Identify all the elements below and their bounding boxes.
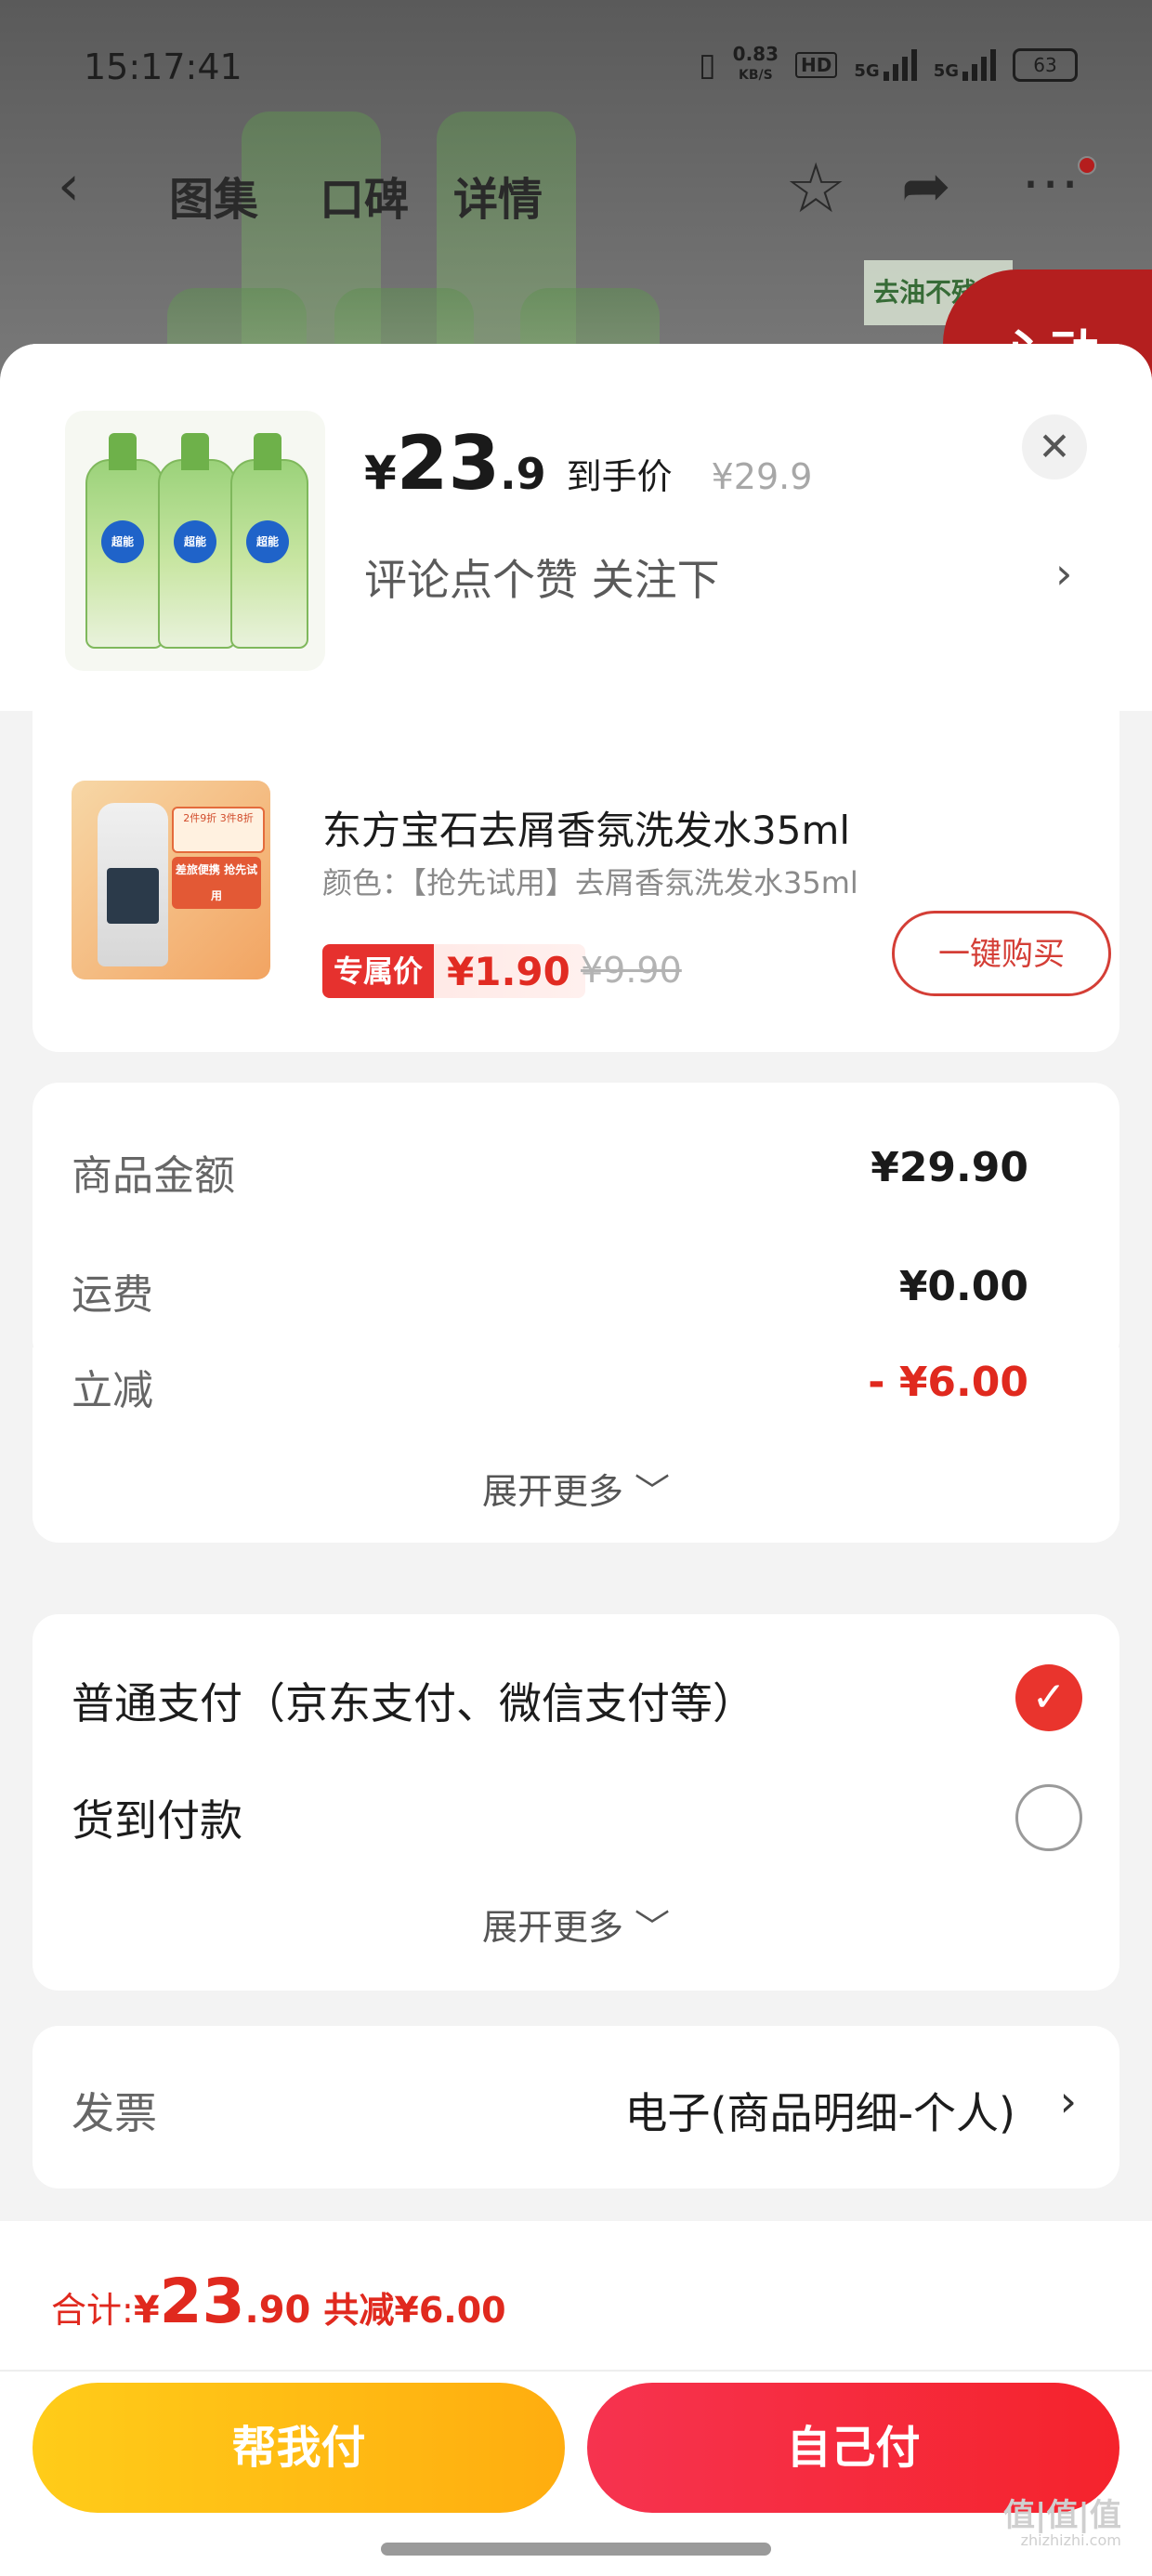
expand-more-button[interactable]: 展开更多 ﹀: [33, 1899, 1119, 1950]
price-currency: ¥: [364, 446, 397, 500]
price-decimal: .9: [500, 449, 546, 499]
shampoo-bottle-image: [98, 803, 168, 966]
one-click-buy-button[interactable]: 一键购买: [892, 911, 1111, 996]
close-icon[interactable]: ✕: [1022, 414, 1087, 480]
price-tag-label: 到手价: [566, 456, 673, 497]
signal-label: 5G: [854, 60, 880, 81]
vibrate-icon: ▯: [698, 46, 716, 84]
product-price: ¥ 23 .9 到手价 ¥29.9: [364, 420, 812, 506]
status-indicators: ▯ 0.83 KB/S HD 5G 5G 63: [699, 45, 1078, 85]
order-amount-card: 商品金额 ¥29.90 运费 ¥0.00: [33, 1083, 1119, 1366]
payment-option-cod[interactable]: 货到付款: [72, 1787, 242, 1848]
subtotal-label: 商品金额: [72, 1152, 235, 1200]
subtotal-value: ¥29.90: [871, 1144, 1028, 1191]
exclusive-price-tag: 专属价 ¥1.90: [322, 944, 585, 998]
back-icon[interactable]: ‹: [58, 158, 80, 214]
chevron-right-icon[interactable]: ›: [1060, 2076, 1077, 2126]
shipping-value: ¥0.00: [898, 1263, 1028, 1310]
original-price: ¥29.9: [711, 456, 813, 497]
addon-item-spec: 颜色：【抢先试用】去屑香氛洗发水35ml: [322, 865, 858, 900]
total-savings: 共减¥6.00: [323, 2290, 506, 2331]
exclusive-price-value: ¥1.90: [447, 948, 570, 994]
total-decimal: .90: [244, 2289, 311, 2332]
addon-item-image[interactable]: 2件9折 3件8折 差旅便携 抢先试用: [72, 781, 270, 979]
discount-badge: 2件9折 3件8折: [172, 807, 265, 853]
brand-logo: 超能: [174, 520, 216, 563]
pay-for-me-button[interactable]: 帮我付: [33, 2383, 565, 2513]
net-speed-unit: KB/S: [738, 68, 773, 83]
invoice-value: 电子(商品明细-个人): [624, 2088, 1016, 2138]
share-icon[interactable]: ➦: [901, 152, 951, 221]
price-integer: 23: [396, 420, 501, 506]
signal-5g-icon: 5G: [933, 48, 996, 81]
brand-logo: 超能: [246, 520, 289, 563]
addon-item-title[interactable]: 东方宝石去屑香氛洗发水35ml: [322, 799, 850, 856]
addon-original-price: ¥9.90: [581, 950, 682, 991]
battery-icon: 63: [1013, 47, 1078, 82]
network-speed: 0.83 KB/S: [733, 45, 779, 85]
hd-icon: HD: [795, 51, 838, 78]
invoice-label: 发票: [72, 2088, 157, 2138]
watermark-text: 值|值|值: [1003, 2497, 1121, 2534]
expand-more-button[interactable]: 展开更多 ﹀: [33, 1463, 1119, 1514]
product-thumbnail[interactable]: 超能 超能 超能: [65, 411, 325, 671]
tab-reviews[interactable]: 口碑: [320, 163, 409, 228]
net-speed-value: 0.83: [732, 43, 779, 65]
sheet-header: 超能 超能 超能 ¥ 23 .9 到手价 ¥29.9 ✕ 评论点个赞 关注下 ›: [0, 344, 1152, 711]
signal-5g-icon: 5G: [854, 48, 917, 81]
total-label: 合计:: [51, 2290, 134, 2331]
signal-label: 5G: [933, 60, 959, 81]
notification-dot: [1078, 156, 1096, 175]
exclusive-price-label: 专属价: [322, 944, 435, 998]
tab-details[interactable]: 详情: [453, 163, 543, 228]
payment-option-standard[interactable]: 普通支付（京东支付、微信支付等）: [72, 1670, 755, 1731]
star-icon[interactable]: ☆: [785, 149, 846, 229]
tab-gallery[interactable]: 图集: [169, 163, 258, 228]
pay-myself-button[interactable]: 自己付: [587, 2383, 1119, 2513]
follow-prompt[interactable]: 评论点个赞 关注下: [364, 546, 720, 608]
payment-method-card: 普通支付（京东支付、微信支付等） ✓ 货到付款 展开更多 ﹀: [33, 1614, 1119, 1991]
watermark-url: zhizhizhi.com: [1020, 2531, 1121, 2549]
home-indicator[interactable]: [381, 2543, 771, 2556]
brand-logo: 超能: [101, 520, 144, 563]
shipping-label: 运费: [72, 1271, 153, 1319]
status-bar: 15:17:41 ▯ 0.83 KB/S HD 5G 5G 63: [0, 0, 1152, 130]
more-icon[interactable]: ···: [1022, 152, 1080, 217]
discount-label: 立减: [72, 1367, 153, 1414]
total-integer: 23: [159, 2266, 245, 2337]
checkout-footer: 合计: ¥ 23 .90 共减¥6.00 帮我付 自己付 值|值|值 zhizh…: [0, 2221, 1152, 2576]
trial-badge: 差旅便携 抢先试用: [172, 857, 261, 909]
invoice-card[interactable]: 发票 电子(商品明细-个人) ›: [33, 2026, 1119, 2188]
discount-value: - ¥6.00: [868, 1359, 1028, 1406]
radio-unchecked-icon[interactable]: [1015, 1784, 1082, 1851]
order-total: 合计: ¥ 23 .90 共减¥6.00: [51, 2266, 506, 2337]
total-currency: ¥: [133, 2289, 160, 2332]
watermark-logo: 值|值|值 zhizhizhi.com: [1003, 2500, 1121, 2550]
checkmark-icon[interactable]: ✓: [1015, 1664, 1082, 1731]
top-nav-bar: ‹ 图集 口碑 详情 ☆ ➦ ···: [0, 139, 1152, 232]
status-time: 15:17:41: [84, 46, 242, 87]
divider: [0, 2370, 1152, 2372]
order-amount-card-continued: 立减 - ¥6.00 展开更多 ﹀: [33, 1347, 1119, 1543]
chevron-right-icon[interactable]: ›: [1055, 548, 1072, 598]
